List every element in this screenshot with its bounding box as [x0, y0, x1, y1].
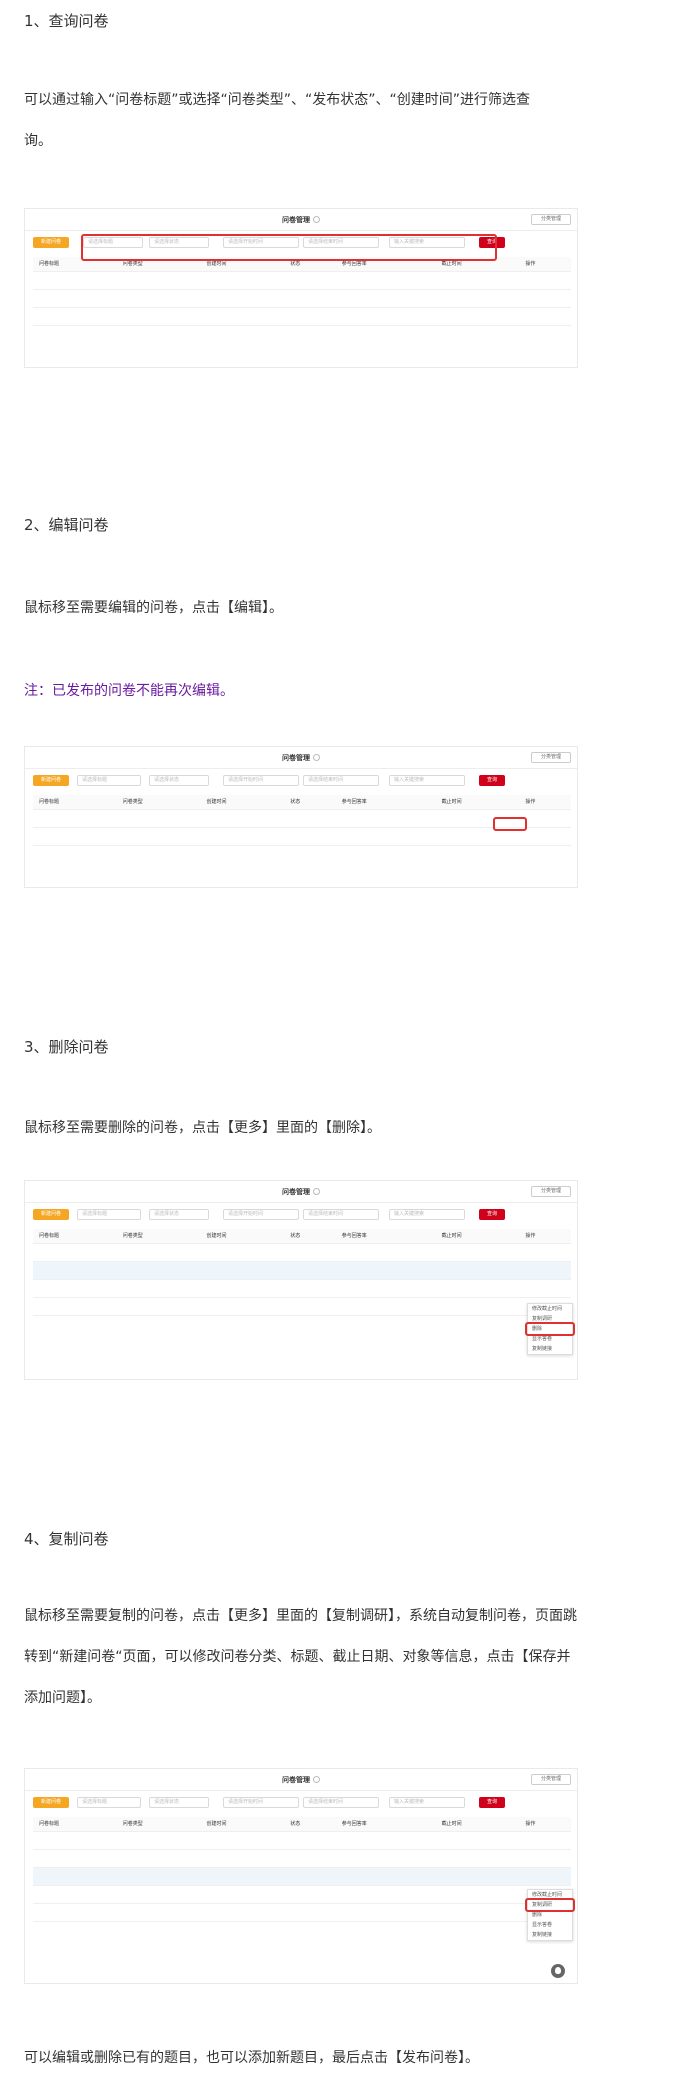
shot-header: 问卷管理 分类管理 — [25, 747, 577, 769]
info-icon — [313, 754, 320, 761]
screenshot-edit: 问卷管理 分类管理 新建问卷 请选择标题 请选择状态 请选择开始时间 请选择结束… — [24, 746, 578, 888]
table-header: 问卷标题 问卷类型 创建时间 状态 参与回答率 截止时间 操作 — [33, 1229, 571, 1243]
filter-bar: 新建问卷 请选择标题 请选择状态 请选择开始时间 请选择结束时间 输入关键搜索 … — [25, 1203, 577, 1227]
paragraph: 可以通过输入“问卷标题”或选择“问卷类型”、“发布状态”、“创建时间”进行筛选查… — [24, 80, 664, 162]
category-button[interactable]: 分类管理 — [531, 752, 571, 763]
query-button[interactable]: 查询 — [479, 775, 505, 786]
shot-title: 问卷管理 — [25, 753, 577, 763]
paragraph-line: 鼠标移至需要编辑的问卷，点击【编辑】。 — [24, 600, 283, 616]
closing-paragraph: 可以编辑或删除已有的题目，也可以添加新题目，最后点击【发布问卷】。 — [24, 2050, 479, 2066]
table-row[interactable] — [33, 1242, 571, 1261]
filter-bar: 新建问卷 请选择标题 请选择状态 请选择开始时间 请选择结束时间 输入关键搜索 … — [25, 769, 577, 793]
shot-header: 问卷管理 分类管理 — [25, 1769, 577, 1791]
section-heading: 3、删除问卷 — [24, 1038, 109, 1056]
category-button[interactable]: 分类管理 — [531, 1186, 571, 1197]
keyword-input[interactable]: 输入关键搜索 — [389, 775, 465, 786]
info-icon — [313, 1188, 320, 1195]
table-row[interactable] — [33, 1866, 571, 1885]
category-button[interactable]: 分类管理 — [531, 1774, 571, 1785]
table-row[interactable] — [33, 324, 571, 343]
type-filter[interactable]: 请选择状态 — [149, 1209, 209, 1220]
date-end-filter[interactable]: 请选择结束时间 — [303, 1797, 379, 1808]
paragraph-line: 可以通过输入“问卷标题”或选择“问卷类型”、“发布状态”、“创建时间”进行筛选查 — [24, 92, 531, 108]
query-button[interactable]: 查询 — [479, 1209, 505, 1220]
filter-highlight-box — [81, 234, 497, 261]
date-start-filter[interactable]: 请选择开始时间 — [223, 1209, 299, 1220]
date-end-filter[interactable]: 请选择结束时间 — [303, 775, 379, 786]
date-start-filter[interactable]: 请选择开始时间 — [223, 1797, 299, 1808]
title-filter[interactable]: 请选择标题 — [77, 1797, 141, 1808]
title-filter[interactable]: 请选择标题 — [77, 1209, 141, 1220]
menu-item-copy-link[interactable]: 复制链接 — [528, 1344, 572, 1354]
new-survey-button[interactable]: 新建问卷 — [33, 1209, 69, 1220]
table-row[interactable] — [33, 288, 571, 307]
table-row[interactable] — [33, 1848, 571, 1867]
table-row[interactable] — [33, 1314, 571, 1333]
type-filter[interactable]: 请选择状态 — [149, 1797, 209, 1808]
table-header: 问卷标题 问卷类型 创建时间 状态 参与回答率 截止时间 操作 — [33, 795, 571, 809]
delete-highlight-box — [525, 1322, 575, 1336]
copy-highlight-box — [525, 1898, 575, 1912]
section-heading: 2、编辑问卷 — [24, 516, 109, 534]
survey-table: 问卷标题 问卷类型 创建时间 状态 参与回答率 截止时间 操作 — [33, 1817, 571, 1939]
table-row[interactable] — [33, 1830, 571, 1849]
shot-header: 问卷管理 分类管理 — [25, 1181, 577, 1203]
title-filter[interactable]: 请选择标题 — [77, 775, 141, 786]
screenshot-query: 问卷管理 分类管理 新建问卷 请选择标题 请选择状态 请选择开始时间 请选择结束… — [24, 208, 578, 368]
shot-title: 问卷管理 — [25, 1775, 577, 1785]
table-row[interactable] — [33, 1278, 571, 1297]
keyword-input[interactable]: 输入关键搜索 — [389, 1209, 465, 1220]
more-dropdown: 修改截止时间 复制调研 删除 显示答卷 复制链接 — [527, 1889, 573, 1941]
query-button[interactable]: 查询 — [479, 1797, 505, 1808]
date-end-filter[interactable]: 请选择结束时间 — [303, 1209, 379, 1220]
new-survey-button[interactable]: 新建问卷 — [33, 237, 69, 248]
menu-item-copy-link[interactable]: 复制链接 — [528, 1930, 572, 1940]
table-row[interactable] — [33, 1260, 571, 1279]
section-heading: 4、复制问卷 — [24, 1530, 109, 1548]
menu-item-extend-deadline[interactable]: 修改截止时间 — [528, 1304, 572, 1314]
shot-title: 问卷管理 — [25, 1187, 577, 1197]
paragraph-line: 转到“新建问卷“页面，可以修改问卷分类、标题、截止日期、对象等信息，点击【保存并 — [24, 1649, 571, 1665]
info-icon — [313, 1776, 320, 1783]
shot-title: 问卷管理 — [25, 215, 577, 225]
paragraph-line: 鼠标移至需要复制的问卷，点击【更多】里面的【复制调研】，系统自动复制问卷，页面跳 — [24, 1608, 577, 1624]
table-row[interactable] — [33, 1902, 571, 1921]
chat-icon[interactable] — [551, 1964, 565, 1978]
category-button[interactable]: 分类管理 — [531, 214, 571, 225]
table-row[interactable] — [33, 1884, 571, 1903]
filter-bar: 新建问卷 请选择标题 请选择状态 请选择开始时间 请选择结束时间 输入关键搜索 … — [25, 1791, 577, 1815]
paragraph: 鼠标移至需要编辑的问卷，点击【编辑】。 — [24, 588, 664, 629]
menu-item-show-answers[interactable]: 显示答卷 — [528, 1920, 572, 1930]
paragraph-line: 询。 — [24, 133, 52, 149]
shot-header: 问卷管理 分类管理 — [25, 209, 577, 231]
screenshot-copy: 问卷管理 分类管理 新建问卷 请选择标题 请选择状态 请选择开始时间 请选择结束… — [24, 1768, 578, 1984]
screenshot-delete: 问卷管理 分类管理 新建问卷 请选择标题 请选择状态 请选择开始时间 请选择结束… — [24, 1180, 578, 1380]
table-row[interactable] — [33, 844, 571, 863]
date-start-filter[interactable]: 请选择开始时间 — [223, 775, 299, 786]
edit-highlight-box — [493, 817, 527, 831]
table-row[interactable] — [33, 1296, 571, 1315]
section-heading: 1、查询问卷 — [24, 12, 109, 30]
new-survey-button[interactable]: 新建问卷 — [33, 1797, 69, 1808]
paragraph: 鼠标移至需要复制的问卷，点击【更多】里面的【复制调研】，系统自动复制问卷，页面跳… — [24, 1596, 664, 1719]
paragraph-line: 鼠标移至需要删除的问卷，点击【更多】里面的【删除】。 — [24, 1120, 381, 1136]
survey-table: 问卷标题 问卷类型 创建时间 状态 参与回答率 截止时间 操作 — [33, 257, 571, 343]
survey-table: 问卷标题 问卷类型 创建时间 状态 参与回答率 截止时间 操作 — [33, 795, 571, 863]
survey-table: 问卷标题 问卷类型 创建时间 状态 参与回答率 截止时间 操作 — [33, 1229, 571, 1333]
table-row[interactable] — [33, 808, 571, 827]
keyword-input[interactable]: 输入关键搜索 — [389, 1797, 465, 1808]
table-header: 问卷标题 问卷类型 创建时间 状态 参与回答率 截止时间 操作 — [33, 1817, 571, 1831]
info-icon — [313, 216, 320, 223]
new-survey-button[interactable]: 新建问卷 — [33, 775, 69, 786]
type-filter[interactable]: 请选择状态 — [149, 775, 209, 786]
paragraph-line: 添加问题】。 — [24, 1690, 101, 1706]
table-row[interactable] — [33, 826, 571, 845]
paragraph: 鼠标移至需要删除的问卷，点击【更多】里面的【删除】。 — [24, 1108, 664, 1149]
table-row[interactable] — [33, 306, 571, 325]
table-row[interactable] — [33, 270, 571, 289]
table-row[interactable] — [33, 1920, 571, 1939]
note-text: 注：已发布的问卷不能再次编辑。 — [24, 683, 234, 699]
